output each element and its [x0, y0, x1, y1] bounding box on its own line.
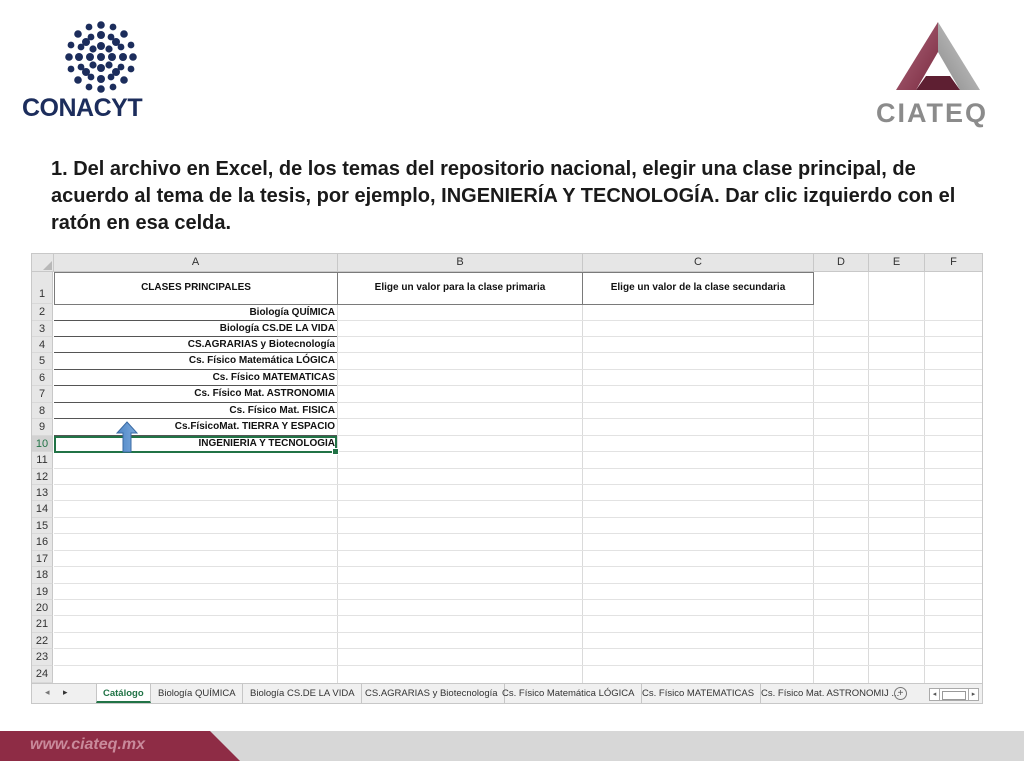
- gridline: [924, 272, 925, 683]
- column-header-c[interactable]: C: [583, 254, 814, 272]
- row-header[interactable]: 13: [32, 485, 53, 501]
- tab-scroll-right-icon[interactable]: ▸: [63, 687, 68, 698]
- tab-biologia-quimica[interactable]: Biología QUÍMICA: [152, 684, 243, 703]
- gridline: [54, 566, 982, 567]
- row-header[interactable]: 1: [32, 272, 53, 304]
- gridline: [54, 533, 982, 534]
- tab-scroll-left-icon[interactable]: ◂: [45, 687, 50, 698]
- gridline: [54, 550, 982, 551]
- row-header[interactable]: 8: [32, 403, 53, 419]
- gridline: [54, 615, 982, 616]
- row-header[interactable]: 21: [32, 616, 53, 633]
- gridline: [54, 632, 982, 633]
- cell-class[interactable]: Biología QUÍMICA: [54, 305, 337, 321]
- gridline: [54, 517, 982, 518]
- cell-c1-clase-secundaria[interactable]: Elige un valor de la clase secundaria: [582, 272, 814, 305]
- gridline: [54, 468, 982, 469]
- row-header[interactable]: 14: [32, 501, 53, 518]
- cell-class[interactable]: Cs.FísicoMat. TIERRA Y ESPACIO: [54, 419, 337, 436]
- row-header[interactable]: 7: [32, 386, 53, 403]
- cell-b1-clase-primaria[interactable]: Elige un valor para la clase primaria: [337, 272, 583, 305]
- column-header-d[interactable]: D: [814, 254, 869, 272]
- sheet-tabs-bar: ◂ ▸ Catálogo Biología QUÍMICA Biología C…: [32, 683, 982, 703]
- row-header[interactable]: 5: [32, 353, 53, 370]
- gridline: [582, 272, 583, 683]
- row-header[interactable]: 16: [32, 534, 53, 551]
- up-arrow-icon: [116, 421, 138, 453]
- ciateq-logo: CIATEQ: [868, 16, 1008, 128]
- row-header[interactable]: 2: [32, 304, 53, 321]
- spreadsheet[interactable]: A B C D E F 1 2 3 4 5 6 7 8 9 10 11 12 1…: [31, 253, 983, 704]
- gridline: [54, 665, 982, 666]
- scroll-left-icon[interactable]: ◂: [930, 689, 940, 700]
- row-header[interactable]: 24: [32, 666, 53, 683]
- cell-class[interactable]: Biología CS.DE LA VIDA: [54, 321, 337, 337]
- row-header[interactable]: 18: [32, 567, 53, 584]
- row-header[interactable]: 3: [32, 321, 53, 337]
- column-header-b[interactable]: B: [338, 254, 583, 272]
- conacyt-logo: CONACYT: [18, 20, 158, 125]
- gridline: [813, 272, 814, 683]
- row-header[interactable]: 11: [32, 452, 53, 469]
- tab-catalogo[interactable]: Catálogo: [96, 684, 151, 703]
- scroll-thumb[interactable]: [942, 691, 966, 700]
- horizontal-scrollbar[interactable]: ◂ ▸: [929, 688, 979, 701]
- conacyt-wordmark: CONACYT: [22, 94, 143, 122]
- select-all-corner[interactable]: [32, 254, 54, 272]
- cell-class[interactable]: Cs. Físico Matemática LÓGICA: [54, 353, 337, 370]
- cell-class[interactable]: Cs. Físico Mat. FISICA: [54, 403, 337, 419]
- instruction-text: 1. Del archivo en Excel, de los temas de…: [51, 158, 956, 234]
- gridline: [54, 648, 982, 649]
- row-header[interactable]: 23: [32, 649, 53, 666]
- row-header[interactable]: 19: [32, 584, 53, 600]
- tab-cs-agrarias[interactable]: CS.AGRARIAS y Biotecnología: [359, 684, 505, 703]
- tab-fisico-mat-astronomia[interactable]: Cs. Físico Mat. ASTRONOMIJ ...: [755, 684, 905, 703]
- row-header[interactable]: 20: [32, 600, 53, 616]
- gridline: [54, 583, 982, 584]
- fill-handle[interactable]: [332, 448, 339, 455]
- ciateq-wordmark: CIATEQ: [876, 98, 988, 128]
- scroll-right-icon[interactable]: ▸: [968, 689, 978, 700]
- column-header-f[interactable]: F: [925, 254, 982, 272]
- column-header-e[interactable]: E: [869, 254, 925, 272]
- footer-url: www.ciateq.mx: [30, 736, 145, 753]
- row-header[interactable]: 17: [32, 551, 53, 567]
- row-header[interactable]: 22: [32, 633, 53, 649]
- footer-url-banner: www.ciateq.mx: [0, 731, 240, 761]
- cell-a1-clases-principales[interactable]: CLASES PRINCIPALES: [54, 272, 338, 305]
- ciateq-triangle-icon: [896, 22, 980, 90]
- cell-class[interactable]: Cs. Físico MATEMATICAS: [54, 370, 337, 386]
- cell-class[interactable]: CS.AGRARIAS y Biotecnología: [54, 337, 337, 353]
- row-header[interactable]: 12: [32, 469, 53, 485]
- conacyt-dots-icon: [65, 21, 137, 93]
- tab-fisico-matematica-logica[interactable]: Cs. Físico Matemática LÓGICA: [496, 684, 642, 703]
- row-header[interactable]: 9: [32, 419, 53, 436]
- tab-fisico-matematicas[interactable]: Cs. Físico MATEMATICAS: [636, 684, 762, 703]
- gridline: [54, 599, 982, 600]
- gridline: [337, 272, 338, 683]
- gridline: [868, 272, 869, 683]
- row-header[interactable]: 15: [32, 518, 53, 534]
- selected-cell-outline: [54, 436, 339, 455]
- gridline: [54, 484, 982, 485]
- column-header-a[interactable]: A: [54, 254, 338, 272]
- gridline: [54, 500, 982, 501]
- tab-biologia-cs-vida[interactable]: Biología CS.DE LA VIDA: [244, 684, 362, 703]
- add-sheet-icon[interactable]: +: [894, 687, 907, 700]
- cell-class[interactable]: Cs. Físico Mat. ASTRONOMIA: [54, 386, 337, 403]
- row-header[interactable]: 4: [32, 337, 53, 353]
- row-header[interactable]: 6: [32, 370, 53, 386]
- row-header-selected[interactable]: 10: [32, 436, 53, 452]
